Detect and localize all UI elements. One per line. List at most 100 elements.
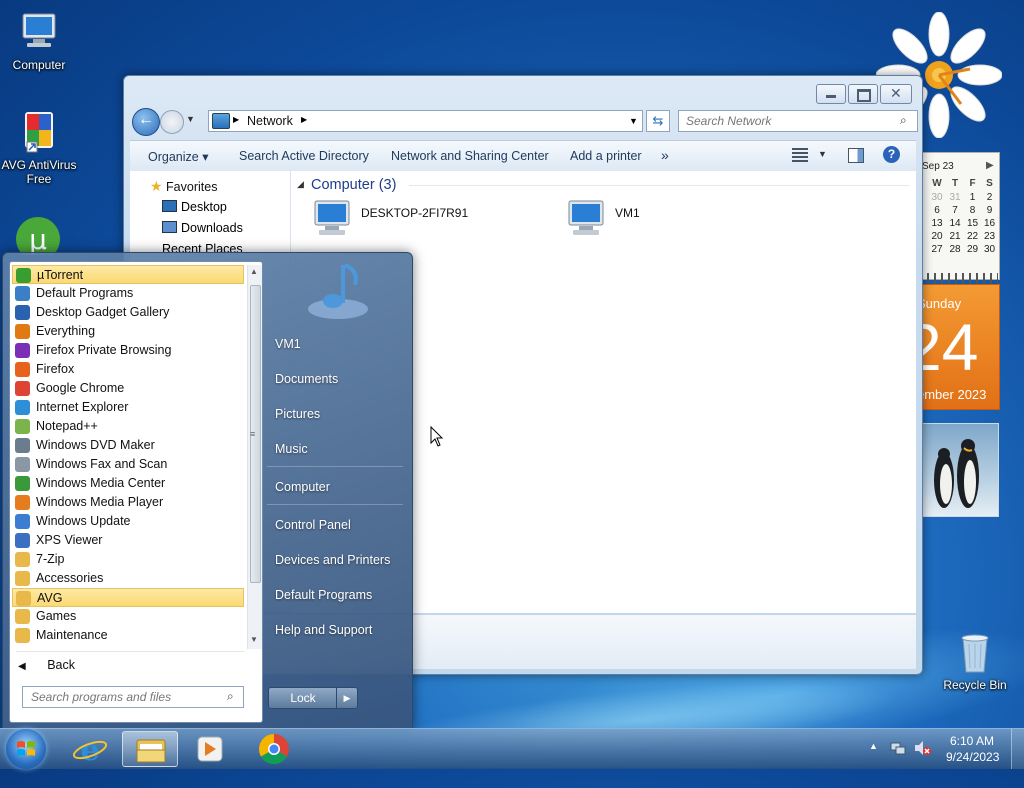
forward-button[interactable] xyxy=(160,110,184,134)
calendar-day[interactable]: 23 xyxy=(981,231,998,244)
program-item[interactable]: Desktop Gadget Gallery xyxy=(12,303,244,322)
program-item[interactable]: Default Programs xyxy=(12,284,244,303)
clock-time[interactable]: 6:10 AM xyxy=(950,734,994,748)
computer-item[interactable]: VM1 xyxy=(563,197,703,241)
back-button[interactable]: ◀ Back xyxy=(18,658,138,678)
start-right-pictures[interactable]: Pictures xyxy=(275,407,320,421)
group-header-computer[interactable]: Computer (3) xyxy=(311,177,396,193)
calendar-day[interactable]: 2 xyxy=(981,192,998,205)
program-item[interactable]: 7-Zip xyxy=(12,550,244,569)
clock-date[interactable]: 9/24/2023 xyxy=(946,750,999,764)
taskbar-media-player[interactable] xyxy=(182,731,238,767)
start-right-computer[interactable]: Computer xyxy=(275,480,330,494)
chevron-right-icon[interactable]: ▶ xyxy=(986,160,994,171)
calendar-day[interactable]: 1 xyxy=(964,192,981,205)
maximize-button[interactable] xyxy=(848,84,878,104)
refresh-button[interactable]: ⇆ xyxy=(646,110,670,132)
calendar-gadget[interactable]: Sep 23 ▶ W T F S 30 31 1 2 6 7 8 9 13 14 15 16 20 21 2… xyxy=(918,152,1000,410)
calendar-day[interactable]: 14 xyxy=(946,218,964,231)
calendar-day[interactable]: 28 xyxy=(946,244,964,257)
start-button[interactable] xyxy=(6,729,46,769)
minimize-button[interactable] xyxy=(816,84,846,104)
program-item[interactable]: Google Chrome xyxy=(12,379,244,398)
back-button[interactable]: ← xyxy=(132,108,160,136)
group-collapse-icon[interactable]: ◢ xyxy=(297,179,304,190)
calendar-day[interactable]: 8 xyxy=(964,205,981,218)
search-icon[interactable]: ⌕ xyxy=(900,113,907,128)
calendar-day[interactable]: 30 xyxy=(981,244,998,257)
program-item[interactable]: XPS Viewer xyxy=(12,531,244,550)
nav-item-downloads[interactable]: Downloads xyxy=(162,221,243,235)
calendar-day[interactable]: 15 xyxy=(964,218,981,231)
start-right-help-support[interactable]: Help and Support xyxy=(275,623,372,637)
favorites-header[interactable]: ★ Favorites xyxy=(150,178,217,195)
view-options-icon[interactable] xyxy=(792,148,808,162)
calendar-day[interactable]: 16 xyxy=(981,218,998,231)
view-dropdown-icon[interactable]: ▼ xyxy=(818,149,827,159)
more-commands-button[interactable]: » xyxy=(661,147,669,163)
program-item[interactable]: Maintenance xyxy=(12,626,244,645)
organize-button[interactable]: Organize ▾ xyxy=(148,149,208,164)
start-right-default-programs[interactable]: Default Programs xyxy=(275,588,372,602)
calendar-day[interactable]: 22 xyxy=(964,231,981,244)
taskbar-google-chrome[interactable] xyxy=(246,731,302,767)
taskbar-internet-explorer[interactable]: e xyxy=(62,731,118,768)
calendar-day[interactable]: 7 xyxy=(946,205,964,218)
address-crumb-network[interactable]: Network xyxy=(247,114,293,128)
utorrent-desktop-icon[interactable]: µ xyxy=(14,215,62,261)
desktop-icon-recycle-bin[interactable]: Recycle Bin xyxy=(936,628,1014,692)
start-right-music[interactable]: Music xyxy=(275,442,308,456)
nav-item-desktop[interactable]: Desktop xyxy=(162,200,227,214)
start-menu[interactable]: µTorrent Default Programs Desktop Gadget G… xyxy=(2,252,413,730)
calendar-day[interactable]: 21 xyxy=(946,231,964,244)
recent-pages-chevron-icon[interactable]: ▼ xyxy=(186,114,195,124)
network-tray-icon[interactable] xyxy=(890,740,906,756)
calendar-day[interactable]: 29 xyxy=(964,244,981,257)
power-options-arrow-button[interactable]: ▶ xyxy=(336,687,358,709)
program-item[interactable]: Firefox xyxy=(12,360,244,379)
add-printer-button[interactable]: Add a printer xyxy=(570,149,642,163)
lock-button[interactable]: Lock xyxy=(268,687,338,709)
programs-scrollbar[interactable]: ▲ ≡ ▼ xyxy=(247,265,262,649)
calendar-day[interactable]: 27 xyxy=(928,244,946,257)
show-hidden-icons-button[interactable]: ▲ xyxy=(869,741,878,751)
start-right-devices-printers[interactable]: Devices and Printers xyxy=(275,553,390,567)
program-item[interactable]: µTorrent xyxy=(12,265,244,284)
network-sharing-center-button[interactable]: Network and Sharing Center xyxy=(391,149,549,163)
program-item[interactable]: Firefox Private Browsing xyxy=(12,341,244,360)
taskbar-windows-explorer[interactable] xyxy=(122,731,178,767)
calendar-day[interactable]: 6 xyxy=(928,205,946,218)
desktop-icon-avg[interactable]: AVG AntiVirus Free xyxy=(0,108,78,186)
search-active-directory-button[interactable]: Search Active Directory xyxy=(239,149,369,163)
calendar-day[interactable]: 31 xyxy=(946,192,964,205)
scroll-up-arrow-icon[interactable]: ▲ xyxy=(250,267,258,276)
calendar-day[interactable]: 30 xyxy=(928,192,946,205)
search-programs-box[interactable]: Search programs and files ⌕ xyxy=(22,686,244,708)
close-button[interactable]: ✕ xyxy=(880,84,912,104)
program-item[interactable]: Notepad++ xyxy=(12,417,244,436)
program-item[interactable]: Everything xyxy=(12,322,244,341)
scroll-down-arrow-icon[interactable]: ▼ xyxy=(250,635,258,644)
program-item[interactable]: Windows Update xyxy=(12,512,244,531)
program-item[interactable]: Windows Media Center xyxy=(12,474,244,493)
program-item[interactable]: Windows DVD Maker xyxy=(12,436,244,455)
program-item[interactable]: Windows Fax and Scan xyxy=(12,455,244,474)
start-right-control-panel[interactable]: Control Panel xyxy=(275,518,351,532)
program-item[interactable]: Internet Explorer xyxy=(12,398,244,417)
desktop-icon-computer[interactable]: Computer xyxy=(0,8,78,72)
preview-pane-icon[interactable] xyxy=(848,148,864,163)
slideshow-gadget[interactable] xyxy=(919,423,999,517)
address-bar[interactable]: ▶ Network ▶ ▼ xyxy=(208,110,643,132)
program-item[interactable]: Games xyxy=(12,607,244,626)
address-dropdown-icon[interactable]: ▼ xyxy=(629,116,638,126)
calendar-day[interactable]: 13 xyxy=(928,218,946,231)
show-desktop-button[interactable] xyxy=(1011,729,1024,769)
start-right-documents[interactable]: Documents xyxy=(275,372,338,386)
program-item[interactable]: Windows Media Player xyxy=(12,493,244,512)
program-item[interactable]: Accessories xyxy=(12,569,244,588)
volume-muted-icon[interactable] xyxy=(914,740,932,756)
start-right-user-folder[interactable]: VM1 xyxy=(275,337,301,351)
calendar-day[interactable]: 9 xyxy=(981,205,998,218)
calendar-day[interactable]: 20 xyxy=(928,231,946,244)
help-icon[interactable]: ? xyxy=(883,146,900,163)
